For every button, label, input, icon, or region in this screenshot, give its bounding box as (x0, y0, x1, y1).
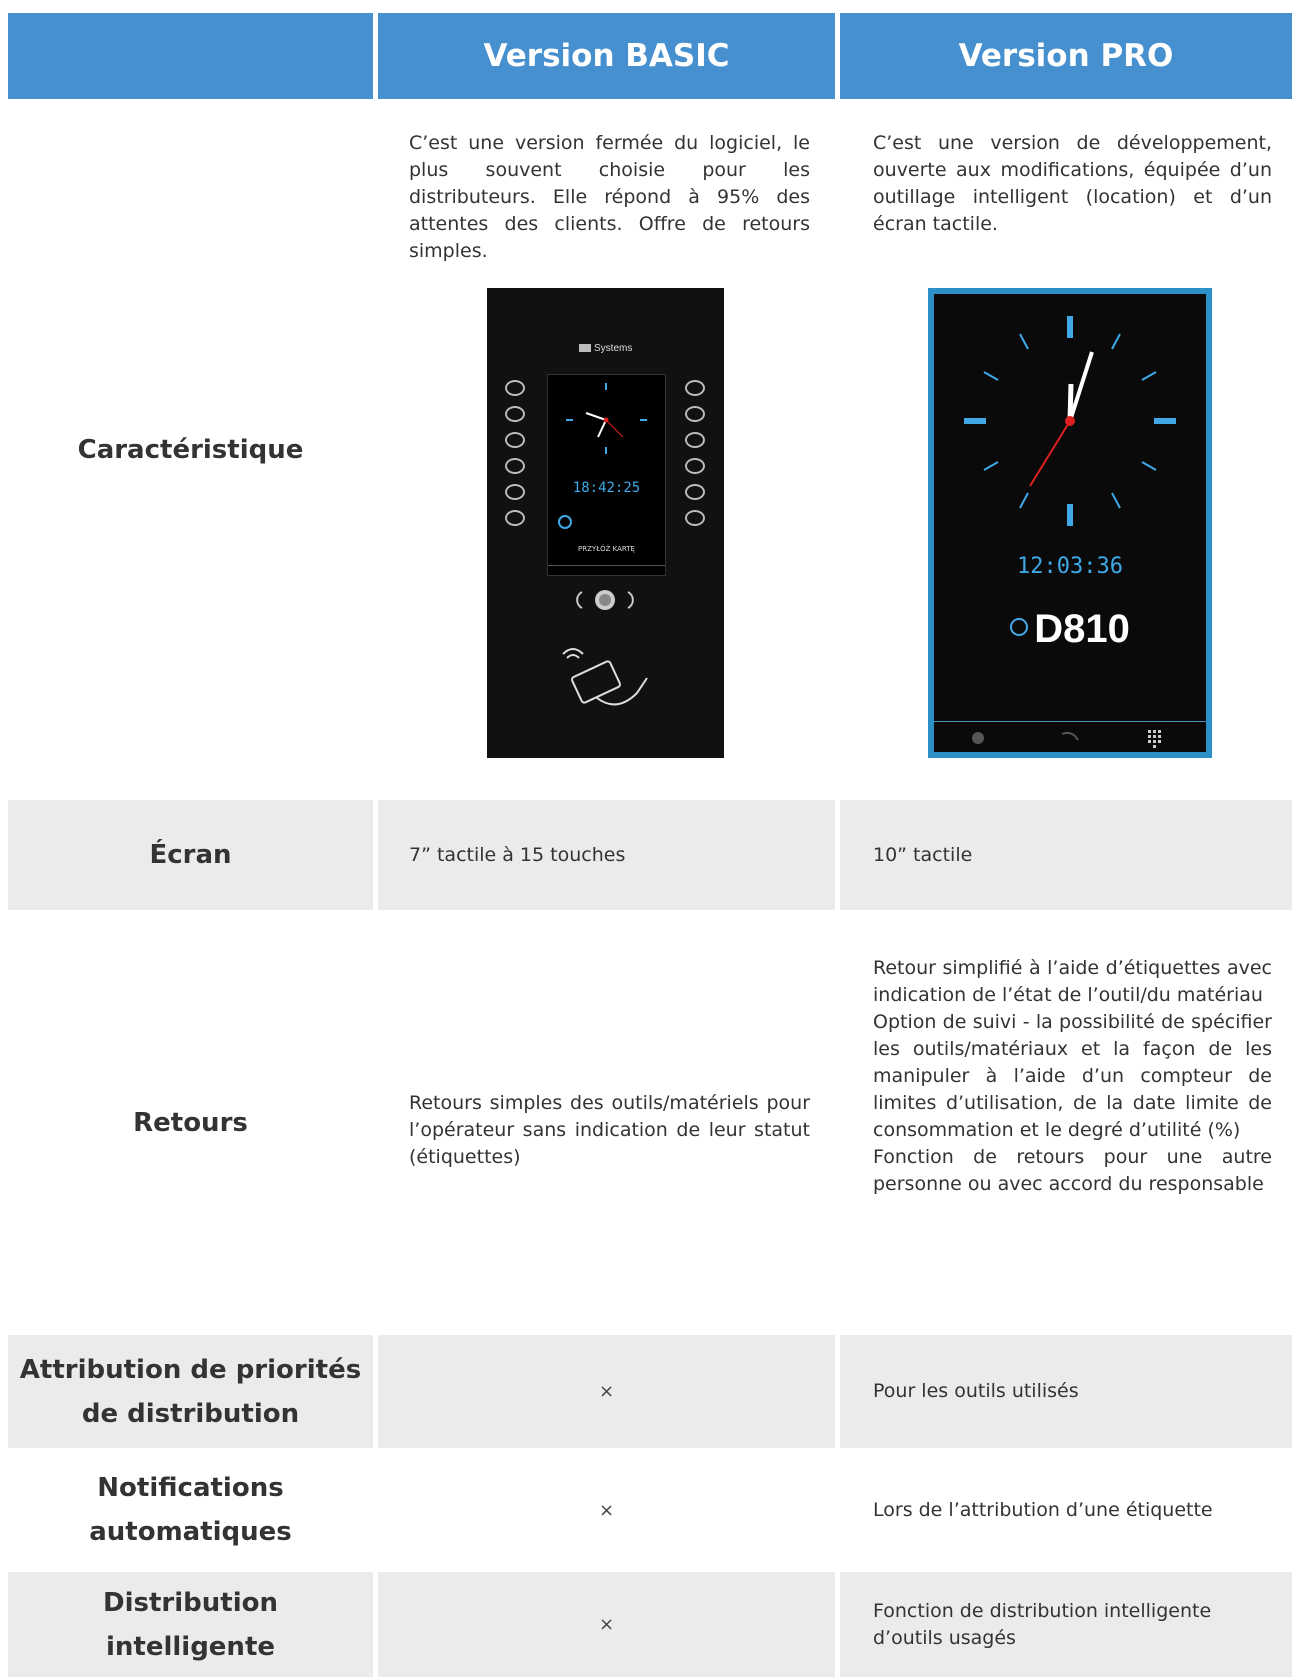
clock-icon (964, 316, 1176, 526)
label-notifications: Notifications automatiques (89, 1473, 292, 1547)
side-button (685, 406, 705, 422)
side-button (505, 406, 525, 422)
retours-pro-item: Fonction de retours pour une autre perso… (873, 1146, 1272, 1195)
retours-basic-text: Retours simples des outils/matériels pou… (409, 1092, 810, 1168)
label-attribution: Attribution de priorités de distribution (8, 1335, 373, 1448)
retours-pro-item: Retour simplifié à l’aide d’étiquettes a… (873, 957, 1272, 1006)
badge-icon (558, 515, 572, 529)
side-button (685, 380, 705, 396)
side-button (685, 458, 705, 474)
side-button (685, 510, 705, 526)
side-button (505, 458, 525, 474)
ecran-basic-text: 7” tactile à 15 touches (378, 800, 835, 910)
side-button (505, 380, 525, 396)
basic-time: 18:42:25 (572, 480, 641, 496)
attribution-basic-unavailable: × (378, 1335, 835, 1448)
pro-screen: 12:03:36 D810 (934, 294, 1206, 752)
pro-terminal-image: 12:03:36 D810 (928, 288, 1212, 758)
terminal-logo: Systems (579, 343, 632, 354)
side-button (685, 484, 705, 500)
caracteristique-basic-text: C’est une version fermée du logiciel, le… (409, 132, 810, 262)
side-button (685, 432, 705, 448)
nav-buttons-icon (576, 590, 634, 610)
distribution-basic-unavailable: × (378, 1572, 835, 1677)
basic-screen: 18:42:25 PRZYŁÓŻ KARTĘ (547, 374, 666, 576)
distribution-pro-text: Fonction de distribution intelligente d’… (840, 1572, 1292, 1677)
header-pro: Version PRO (840, 13, 1292, 99)
caracteristique-pro-text: C’est une version de développement, ouve… (873, 132, 1272, 235)
badge-icon (1010, 618, 1029, 637)
pro-code: D810 (934, 607, 1206, 652)
notifications-pro-text: Lors de l’attribution d’une étiquette (873, 1498, 1213, 1521)
label-distribution: Distribution intelligente (8, 1572, 373, 1677)
pro-time: 12:03:36 (1017, 554, 1123, 579)
screen-divider (934, 721, 1206, 722)
side-button (505, 432, 525, 448)
label-ecran: Écran (8, 800, 373, 910)
basic-terminal-image: Systems 18:42:25 PRZYŁÓŻ KARTĘ (487, 288, 724, 758)
screen-nav-icons (972, 730, 1161, 748)
side-button (505, 510, 525, 526)
retours-pro-item: Option de suivi - la possibilité de spéc… (873, 1011, 1272, 1141)
basic-prompt: PRZYŁÓŻ KARTĘ (578, 545, 635, 553)
card-reader-icon (562, 648, 648, 706)
label-retours: Retours (133, 1107, 248, 1138)
retours-pro-list: Retour simplifié à l’aide d’étiquettes a… (873, 955, 1272, 1198)
header-empty-cell (8, 13, 373, 99)
notifications-basic-unavailable: × (598, 1499, 615, 1521)
attribution-pro-text: Pour les outils utilisés (840, 1335, 1292, 1448)
ecran-pro-text: 10” tactile (840, 800, 1292, 910)
side-button (505, 484, 525, 500)
label-caracteristique: Caractéristique (77, 435, 304, 465)
clock-icon (566, 383, 647, 454)
header-basic: Version BASIC (378, 13, 835, 99)
screen-divider (548, 565, 665, 566)
